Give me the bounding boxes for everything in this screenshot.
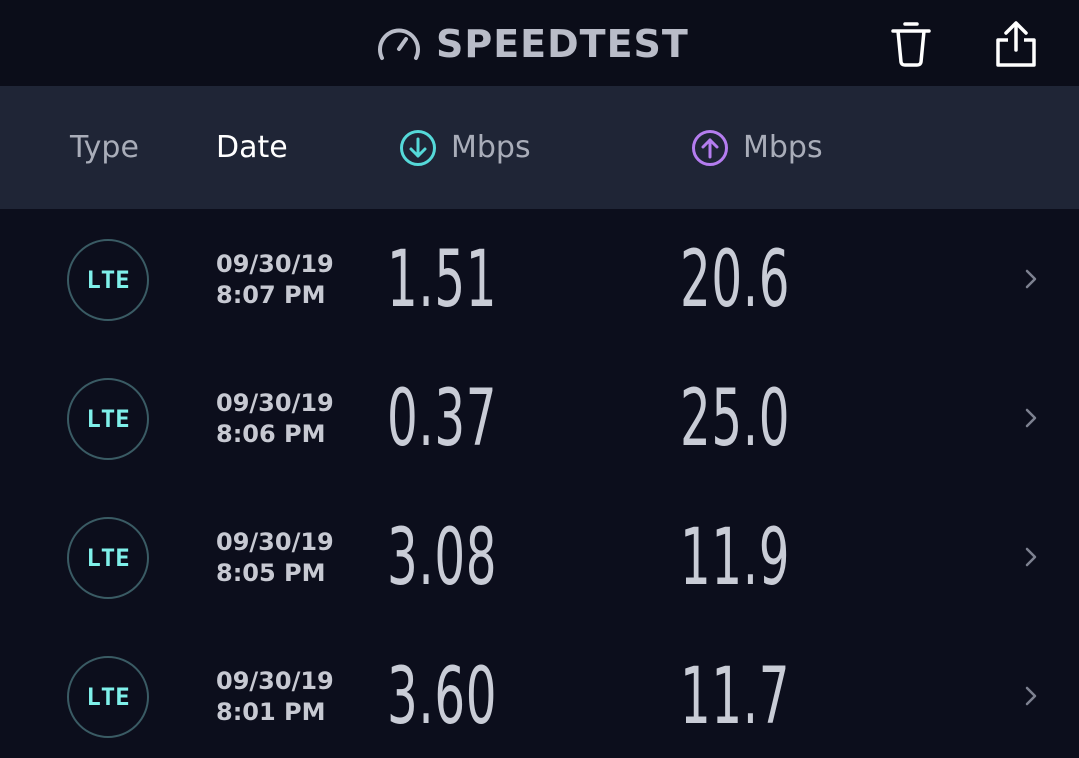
upload-speed: 20.6 <box>680 235 791 325</box>
download-column-label: Mbps <box>451 130 531 165</box>
top-bar: SPEEDTEST <box>0 0 1079 86</box>
download-speed: 3.08 <box>387 513 498 603</box>
result-row[interactable]: LTE 09/30/19 8:05 PM 3.08 11.9 <box>0 487 1079 626</box>
download-speed: 3.60 <box>387 652 498 742</box>
results-column-header: Type Date Mbps Mbps <box>0 86 1079 209</box>
sort-by-date[interactable]: Date <box>216 86 288 209</box>
connection-type-badge: LTE <box>67 239 149 321</box>
connection-type-badge: LTE <box>67 656 149 738</box>
result-date: 09/30/19 <box>216 389 334 417</box>
trash-icon <box>891 22 931 67</box>
result-date: 09/30/19 <box>216 528 334 556</box>
result-datetime: 09/30/19 8:01 PM <box>216 666 334 728</box>
speedtest-results-screen: SPEEDTEST Type Date Mbps Mbps LTE 09/30/… <box>0 0 1079 758</box>
download-speed: 1.51 <box>387 235 498 325</box>
result-time: 8:01 PM <box>216 698 326 726</box>
chevron-right-icon <box>1025 408 1037 428</box>
sort-by-type[interactable]: Type <box>70 86 139 209</box>
result-date: 09/30/19 <box>216 250 334 278</box>
result-time: 8:05 PM <box>216 559 326 587</box>
result-time: 8:06 PM <box>216 420 326 448</box>
share-icon <box>996 21 1036 67</box>
connection-type-badge: LTE <box>67 517 149 599</box>
download-arrow-icon <box>400 129 436 166</box>
download-speed: 0.37 <box>387 374 498 464</box>
sort-by-upload[interactable]: Mbps <box>691 86 823 209</box>
result-row[interactable]: LTE 09/30/19 8:01 PM 3.60 11.7 <box>0 626 1079 758</box>
upload-arrow-icon <box>692 129 728 166</box>
speedometer-icon <box>378 28 420 60</box>
connection-type-badge: LTE <box>67 378 149 460</box>
result-datetime: 09/30/19 8:05 PM <box>216 527 334 589</box>
sort-by-download[interactable]: Mbps <box>399 86 531 209</box>
chevron-right-icon <box>1025 269 1037 289</box>
result-time: 8:07 PM <box>216 281 326 309</box>
upload-speed: 11.9 <box>680 513 791 603</box>
chevron-right-icon <box>1025 686 1037 706</box>
date-column-label: Date <box>216 130 288 165</box>
delete-results-button[interactable] <box>887 18 935 70</box>
result-datetime: 09/30/19 8:06 PM <box>216 388 334 450</box>
result-date: 09/30/19 <box>216 667 334 695</box>
result-row[interactable]: LTE 09/30/19 8:07 PM 1.51 20.6 <box>0 209 1079 348</box>
type-column-label: Type <box>70 130 139 165</box>
app-brand: SPEEDTEST <box>376 20 689 68</box>
share-results-button[interactable] <box>992 18 1040 70</box>
upload-speed: 25.0 <box>680 374 791 464</box>
upload-column-label: Mbps <box>743 130 823 165</box>
app-title: SPEEDTEST <box>436 22 689 66</box>
upload-speed: 11.7 <box>680 652 791 742</box>
result-datetime: 09/30/19 8:07 PM <box>216 249 334 311</box>
result-row[interactable]: LTE 09/30/19 8:06 PM 0.37 25.0 <box>0 348 1079 487</box>
chevron-right-icon <box>1025 547 1037 567</box>
results-list: LTE 09/30/19 8:07 PM 1.51 20.6 LTE 09/30… <box>0 209 1079 758</box>
